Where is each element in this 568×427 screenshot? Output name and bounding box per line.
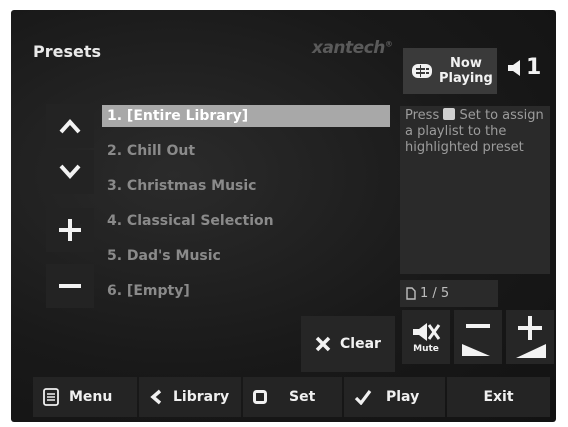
chevron-up-icon: [59, 119, 81, 134]
close-icon: [315, 336, 331, 352]
volume-up-button[interactable]: [506, 310, 554, 364]
now-playing-button[interactable]: Now Playing: [403, 48, 497, 94]
menu-button[interactable]: Menu: [33, 377, 137, 417]
now-playing-label: Now Playing: [439, 56, 493, 86]
zone-indicator: 1: [508, 55, 541, 80]
add-button[interactable]: [46, 208, 94, 252]
menu-icon: [43, 388, 59, 406]
clear-button[interactable]: Clear: [301, 316, 395, 372]
preset-item-3[interactable]: 3. Christmas Music: [100, 175, 390, 210]
preset-item-5[interactable]: 5. Dad's Music: [100, 245, 390, 280]
preset-item-6[interactable]: 6. [Empty]: [100, 280, 390, 315]
hint-panel: Press Set to assign a playlist to the hi…: [400, 106, 550, 274]
play-button[interactable]: Play: [344, 377, 445, 417]
brand-logo: xantech®: [312, 38, 393, 58]
now-playing-icon: [412, 64, 432, 78]
bottom-toolbar: Menu Library Set Play Exit: [33, 377, 550, 417]
preset-list: 1. [Entire Library] 2. Chill Out 3. Chri…: [100, 105, 390, 315]
mute-icon: [413, 322, 441, 341]
zone-number: 1: [526, 55, 542, 80]
speaker-icon: [508, 59, 520, 76]
minus-icon: [59, 284, 81, 288]
plus-icon: [59, 219, 81, 241]
chevron-down-icon: [59, 164, 81, 179]
scroll-down-button[interactable]: [46, 150, 94, 194]
square-icon: [253, 390, 267, 404]
presets-screen: Presets xantech® Now Playing 1 1. [Entir…: [11, 10, 556, 422]
set-button[interactable]: Set: [243, 377, 342, 417]
set-square-icon: [443, 108, 456, 120]
mute-button[interactable]: Mute: [402, 310, 450, 364]
library-button[interactable]: Library: [139, 377, 241, 417]
checkmark-icon: [354, 390, 372, 405]
preset-item-4[interactable]: 4. Classical Selection: [100, 210, 390, 245]
remove-button[interactable]: [46, 264, 94, 308]
page-icon: [406, 287, 416, 300]
volume-down-button[interactable]: [454, 310, 502, 364]
exit-button[interactable]: Exit: [447, 377, 550, 417]
preset-item-2[interactable]: 2. Chill Out: [100, 140, 390, 175]
volume-up-icon: [516, 316, 546, 358]
chevron-left-icon: [150, 389, 162, 405]
scroll-up-button[interactable]: [46, 104, 94, 148]
page-title: Presets: [33, 42, 102, 61]
page-indicator: 1 / 5: [400, 280, 498, 307]
preset-item-1[interactable]: 1. [Entire Library]: [100, 105, 390, 140]
volume-down-icon: [462, 324, 490, 356]
